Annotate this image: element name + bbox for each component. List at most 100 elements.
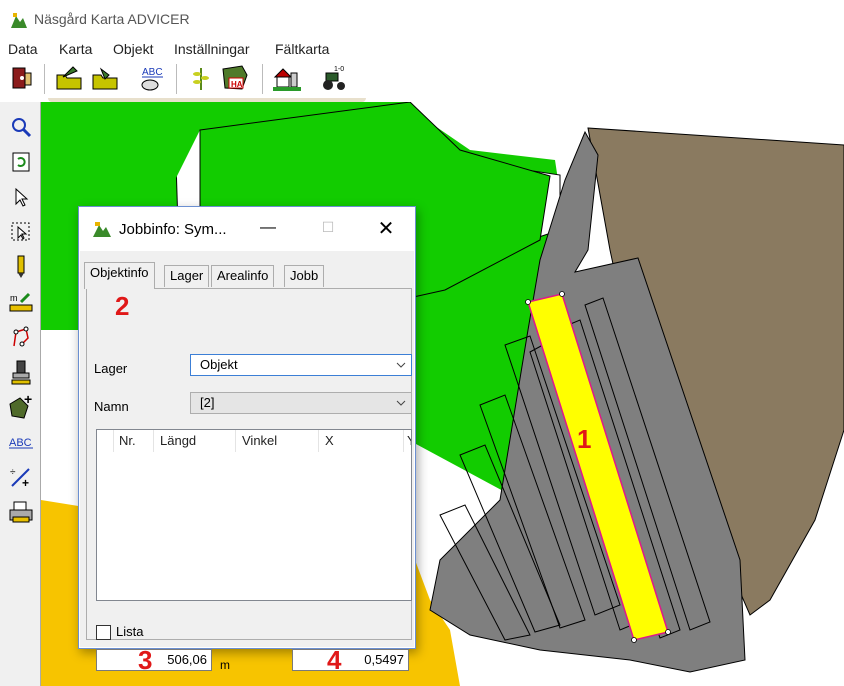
lager-select-value: Objekt: [200, 357, 238, 372]
column-divider: [318, 430, 319, 452]
chevron-down-icon: [396, 400, 406, 406]
spellcheck-button[interactable]: ABC: [138, 63, 168, 93]
menu-karta[interactable]: Karta: [59, 41, 92, 57]
save-folder-icon: [92, 67, 118, 90]
main-toolbar: ABC HA 1-0: [0, 60, 844, 102]
lista-label: Lista: [116, 624, 144, 639]
svg-text:+: +: [22, 476, 29, 489]
column-vinkel[interactable]: Vinkel: [242, 433, 277, 448]
add-area-tool[interactable]: +: [8, 394, 34, 420]
pencil-tool[interactable]: [8, 254, 34, 280]
column-divider: [153, 430, 154, 452]
tractor-icon: 1-0: [323, 66, 345, 90]
pointer-tool[interactable]: [8, 184, 34, 210]
split-line-tool[interactable]: ÷ +: [8, 464, 34, 490]
zoom-icon: [12, 118, 32, 138]
tractor-button[interactable]: 1-0: [320, 63, 350, 93]
refresh-icon: [12, 152, 30, 172]
field-area-button[interactable]: HA: [220, 63, 250, 93]
menu-objekt[interactable]: Objekt: [113, 41, 153, 57]
svg-text:HA: HA: [231, 80, 243, 89]
crop-icon: [193, 68, 209, 90]
pencil-icon: [17, 255, 25, 278]
annotation-1: 1: [577, 424, 592, 454]
text-tool[interactable]: ABC: [8, 429, 34, 455]
toolbar-separator: [262, 64, 263, 94]
svg-text:ABC: ABC: [142, 67, 163, 78]
polygon-icon: [13, 326, 29, 347]
ratio-field[interactable]: 0,5497: [292, 649, 409, 671]
tab-jobb[interactable]: Jobb: [284, 265, 325, 287]
tab-arealinfo[interactable]: Arealinfo: [211, 265, 275, 287]
lager-select[interactable]: Objekt: [190, 354, 412, 376]
length-unit: m: [220, 658, 230, 672]
exit-button[interactable]: [8, 63, 38, 93]
lista-checkbox[interactable]: [96, 625, 111, 640]
crop-button[interactable]: [186, 63, 216, 93]
select-icon: [11, 222, 30, 241]
close-icon[interactable]: ✕: [373, 216, 399, 240]
svg-text:+: +: [24, 394, 32, 407]
namn-select[interactable]: [2]: [190, 392, 412, 414]
svg-text:÷: ÷: [10, 467, 16, 478]
chevron-down-icon: [396, 362, 406, 368]
print-icon: [9, 501, 33, 523]
add-area-icon: +: [9, 394, 32, 419]
annotation-4: 4: [327, 645, 342, 675]
app-logo-icon: [11, 13, 27, 28]
annotation-3: 3: [138, 645, 153, 675]
spellcheck-abc-icon: ABC: [141, 67, 163, 91]
namn-label: Namn: [94, 399, 129, 414]
column-langd[interactable]: Längd: [160, 433, 196, 448]
tab-lager[interactable]: Lager: [164, 265, 210, 287]
stamp-tool[interactable]: [8, 359, 34, 385]
column-x[interactable]: X: [325, 433, 334, 448]
menu-faltkarta[interactable]: Fältkarta: [275, 41, 329, 57]
length-field[interactable]: 506,06: [96, 649, 212, 671]
save-button[interactable]: [90, 63, 120, 93]
polygon-tool[interactable]: [8, 324, 34, 350]
tool-palette: m + ABC ÷ +: [0, 102, 41, 686]
split-line-icon: ÷+: [10, 467, 30, 489]
minimize-icon[interactable]: —: [255, 219, 281, 239]
toolbar-separator: [44, 64, 45, 94]
toolbar-separator: [176, 64, 177, 94]
app-title: Näsgård Karta ADVICER: [34, 11, 190, 27]
menu-bar: Data Karta Objekt Inställningar Fältkart…: [0, 38, 844, 60]
farm-button[interactable]: [272, 63, 302, 93]
dialog-body: Objektinfo Lager Arealinfo Jobb 2 Lager …: [80, 251, 414, 675]
column-divider: [113, 430, 114, 452]
maximize-icon: ☐: [321, 219, 335, 235]
svg-text:ABC: ABC: [9, 437, 32, 449]
column-y[interactable]: Y: [407, 433, 411, 448]
exit-icon: [12, 67, 32, 89]
dialog-titlebar[interactable]: Jobbinfo: Sym... — ☐ ✕: [79, 207, 415, 251]
open-button[interactable]: [54, 63, 84, 93]
length-value: 506,06: [167, 652, 207, 667]
svg-text:m: m: [10, 293, 18, 303]
pointer-icon: [15, 187, 29, 207]
stamp-icon: [11, 360, 31, 385]
list-header: Nr. Längd Vinkel X Y: [97, 430, 411, 452]
dialog-title: Jobbinfo: Sym...: [119, 221, 227, 238]
menu-data[interactable]: Data: [8, 41, 38, 57]
farm-icon: [273, 68, 301, 91]
ratio-value: 0,5497: [364, 652, 404, 667]
tab-objektinfo[interactable]: Objektinfo: [84, 262, 155, 289]
segments-list[interactable]: Nr. Längd Vinkel X Y: [96, 429, 412, 601]
column-divider: [235, 430, 236, 452]
column-nr[interactable]: Nr.: [119, 433, 136, 448]
app-titlebar: Näsgård Karta ADVICER: [0, 0, 844, 38]
select-tool[interactable]: [8, 219, 34, 245]
zoom-tool[interactable]: [8, 114, 34, 140]
text-icon: ABC: [9, 437, 33, 449]
svg-text:1-0: 1-0: [334, 66, 344, 73]
column-divider: [403, 430, 404, 452]
refresh-tool[interactable]: [8, 149, 34, 175]
open-folder-icon: [56, 66, 82, 90]
measure-icon: m: [9, 292, 33, 312]
menu-installningar[interactable]: Inställningar: [174, 41, 250, 57]
measure-tool[interactable]: m: [8, 289, 34, 315]
print-tool[interactable]: [8, 499, 34, 525]
jobbinfo-dialog: Jobbinfo: Sym... — ☐ ✕ Objektinfo Lager …: [78, 206, 416, 675]
